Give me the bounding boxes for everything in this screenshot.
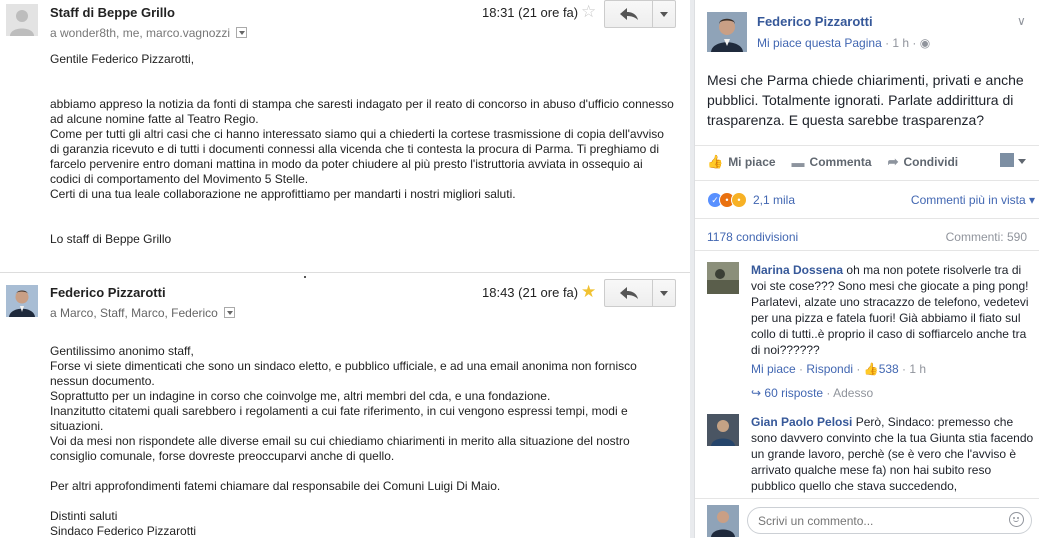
comment-icon: ▬ (791, 154, 805, 170)
sad-reaction-icon: • (731, 192, 747, 208)
like-page-link[interactable]: Mi piace questa Pagina (757, 36, 882, 50)
globe-icon: ◉ (919, 36, 931, 50)
reply-icon (619, 8, 638, 20)
recipients: a wonder8th, me, marco.vagnozzi (50, 26, 248, 40)
comment-body: oh ma non potete risolverle tra di voi s… (751, 263, 1029, 357)
post-actions: 👍 Mi piace ▬ Commenta ➦ Condividi (707, 150, 1032, 174)
chevron-down-icon[interactable]: ∨ (1017, 14, 1026, 28)
reaction-count: 2,1 mila (753, 193, 796, 207)
avatar[interactable] (707, 12, 747, 52)
emoji-icon[interactable] (1009, 512, 1024, 527)
separator: · (795, 362, 807, 376)
replies-count: 60 risposte (764, 386, 824, 400)
separator: · (853, 362, 864, 376)
reply-button-group (604, 279, 676, 307)
avatar (6, 4, 38, 36)
comment-text: Gian Paolo Pelosi Però, Sindaco: premess… (751, 414, 1036, 494)
sort-label: Commenti più in vista (910, 193, 1026, 207)
reactions-summary[interactable]: ✓ • • 2,1 mila (707, 192, 795, 208)
email-paragraph: abbiamo appreso la notizia da fonti di s… (50, 97, 674, 201)
recipients: a Marco, Staff, Marco, Federico (50, 306, 236, 320)
share-button[interactable]: ➦ Condividi (888, 154, 959, 170)
comment-like-link[interactable]: Mi piace (751, 362, 796, 376)
reply-button-group (604, 0, 676, 28)
profile-photo-icon (707, 12, 747, 52)
gmail-thread: Staff di Beppe Grillo a wonder8th, me, m… (0, 0, 690, 538)
post-stats: 1178 condivisioni Commenti: 590 (707, 230, 1027, 244)
email-message: Federico Pizzarotti a Marco, Staff, Marc… (0, 272, 690, 538)
recipients-text: a wonder8th, me, marco.vagnozzi (50, 26, 231, 40)
default-avatar-icon (6, 4, 38, 36)
divider (695, 250, 1039, 251)
avatar (6, 285, 38, 317)
profile-photo-icon (707, 414, 739, 446)
share-label: Condividi (903, 155, 959, 169)
commenter-name[interactable]: Marina Dossena (751, 263, 843, 277)
thumbs-up-icon: 👍 (707, 154, 724, 169)
email-paragraph: Per altri approfondimenti fatemi chiamar… (50, 479, 501, 493)
comment-time[interactable]: 1 h (909, 362, 926, 376)
email-closing: Distinti saluti Sindaco Federico Pizzaro… (50, 509, 197, 538)
facebook-post: Federico Pizzarotti Mi piace questa Pagi… (694, 0, 1039, 538)
comment-actions: Mi piace · Rispondi · 👍538 · 1 h (751, 362, 926, 376)
profile-photo-icon (707, 505, 739, 537)
message-time: 18:43 (21 ore fa) (482, 285, 579, 300)
comment-composer (695, 498, 1039, 538)
avatar[interactable] (707, 262, 739, 294)
post-meta: Mi piace questa Pagina · 1 h · ◉ (757, 36, 930, 50)
comment-like-count[interactable]: 538 (879, 362, 899, 376)
separator: · (823, 386, 834, 400)
profile-photo-icon (6, 285, 38, 317)
divider (695, 218, 1039, 219)
actor-selector-avatar[interactable] (1000, 153, 1014, 167)
email-paragraph: Gentilissimo anonimo staff, Forse vi sie… (50, 344, 637, 463)
message-time: 18:31 (21 ore fa) (482, 5, 579, 20)
sender-name[interactable]: Staff di Beppe Grillo (50, 5, 175, 20)
post-time[interactable]: · 1 h · (882, 36, 920, 50)
reply-icon (619, 287, 638, 299)
show-details-icon[interactable] (224, 307, 236, 318)
reply-button[interactable] (605, 1, 653, 27)
email-body: Gentile Federico Pizzarotti, abbiamo app… (50, 52, 675, 247)
comment-button[interactable]: ▬ Commenta (792, 155, 872, 170)
email-body: Gentilissimo anonimo staff, Forse vi sie… (50, 344, 675, 538)
reply-button[interactable] (605, 280, 653, 306)
comment-input[interactable] (747, 507, 1032, 534)
comment-sort-dropdown[interactable]: Commenti più in vista ▾ (911, 193, 1035, 207)
like-button[interactable]: 👍 Mi piace (707, 154, 776, 170)
reply-arrow-icon: ↪ (751, 386, 765, 400)
divider (695, 180, 1039, 181)
share-icon: ➦ (887, 154, 899, 169)
chevron-down-icon[interactable] (1018, 159, 1026, 164)
comment-count: Commenti: 590 (945, 230, 1027, 244)
email-greeting: Gentile Federico Pizzarotti, (50, 52, 195, 66)
recipients-text: a Marco, Staff, Marco, Federico (50, 306, 218, 320)
comment-text: Marina Dossena oh ma non potete risolver… (751, 262, 1036, 358)
show-details-icon[interactable] (236, 27, 248, 38)
replies-time: Adesso (833, 386, 874, 400)
email-message: Staff di Beppe Grillo a wonder8th, me, m… (0, 0, 690, 272)
like-label: Mi piace (728, 155, 776, 169)
view-replies[interactable]: ↪ 60 risposte · Adesso (751, 386, 873, 400)
commenter-name[interactable]: Gian Paolo Pelosi (751, 415, 852, 429)
post-author[interactable]: Federico Pizzarotti (757, 14, 873, 29)
more-options-button[interactable] (653, 280, 675, 306)
avatar[interactable] (707, 414, 739, 446)
thumbs-up-icon: 👍 (863, 362, 879, 376)
more-options-button[interactable] (653, 1, 675, 27)
divider (695, 145, 1039, 146)
share-count[interactable]: 1178 condivisioni (707, 230, 798, 244)
post-text: Mesi che Parma chiede chiarimenti, priva… (707, 72, 1024, 128)
sender-name[interactable]: Federico Pizzarotti (50, 285, 166, 300)
star-icon[interactable]: ☆ (581, 3, 596, 20)
facebook-post-panel: Federico Pizzarotti Mi piace questa Pagi… (690, 0, 1039, 538)
comment-label: Commenta (809, 155, 872, 169)
star-icon[interactable]: ★ (581, 283, 596, 300)
email-signature: Lo staff di Beppe Grillo (50, 232, 172, 246)
separator: · (898, 362, 910, 376)
avatar (707, 505, 739, 537)
profile-photo-icon (707, 262, 739, 294)
comment-reply-link[interactable]: Rispondi (806, 362, 853, 376)
